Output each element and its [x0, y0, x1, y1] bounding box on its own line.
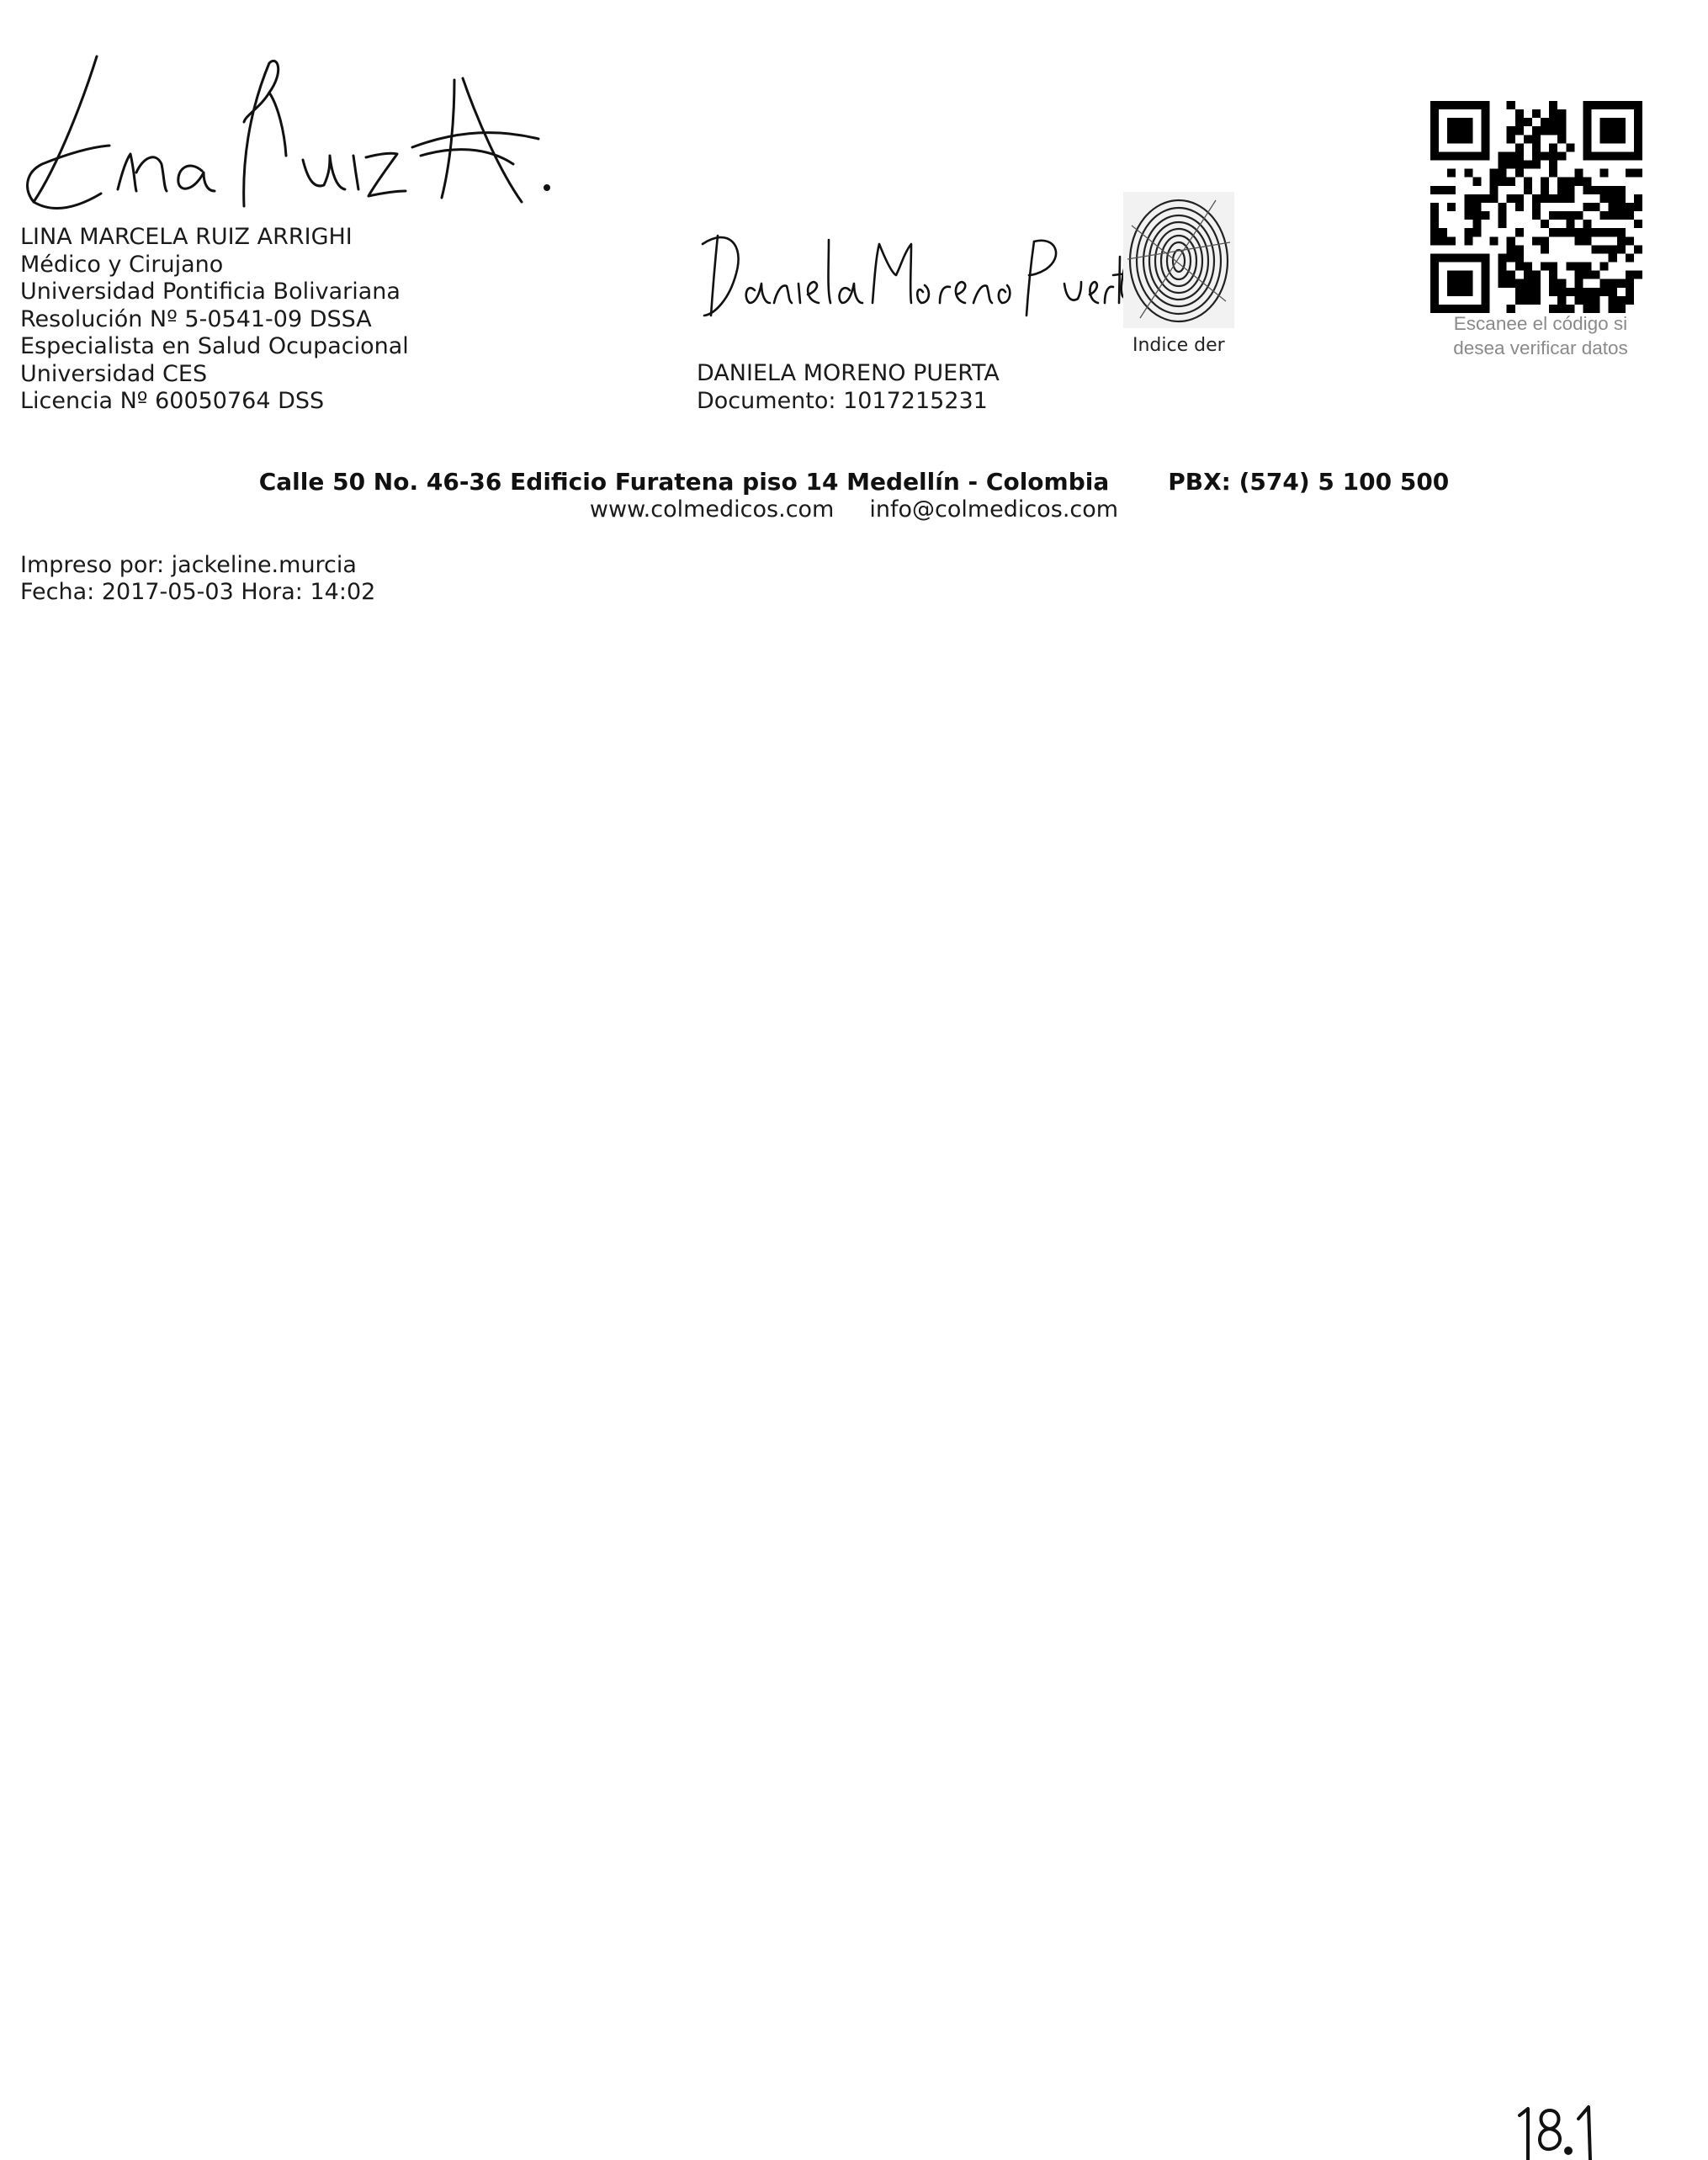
company-contact-line: www.colmedicos.com info@colmedicos.com: [0, 496, 1708, 523]
company-website: www.colmedicos.com: [589, 496, 835, 523]
patient-info-block: DANIELA MORENO PUERTA Documento: 1017215…: [697, 360, 1000, 415]
handwritten-page-number: [1518, 2105, 1592, 2160]
company-email: info@colmedicos.com: [869, 496, 1119, 523]
fingerprint-image: [1123, 192, 1234, 328]
doctor-license: Licencia Nº 60050764 DSS: [20, 388, 325, 414]
patient-document: Documento: 1017215231: [697, 387, 988, 414]
print-date-time: Fecha: 2017-05-03 Hora: 14:02: [20, 579, 376, 605]
qr-code-image: [1430, 101, 1642, 313]
doctor-info-block: LINA MARCELA RUIZ ARRIGHI Médico y Ciruj…: [20, 224, 409, 416]
doctor-specialty: Especialista en Salud Ocupacional: [20, 333, 409, 359]
qr-caption-line1: Escanee el código si: [1453, 313, 1628, 334]
doctor-university: Universidad Pontificia Bolivariana: [20, 279, 400, 305]
print-info-block: Impreso por: jackeline.murcia Fecha: 201…: [20, 552, 375, 606]
printed-by: Impreso por: jackeline.murcia: [20, 552, 357, 578]
qr-caption: Escanee el código si desea verificar dat…: [1419, 311, 1663, 360]
company-pbx: PBX: (574) 5 100 500: [1168, 468, 1450, 496]
patient-name: DANIELA MORENO PUERTA: [697, 360, 1000, 386]
company-address: Calle 50 No. 46-36 Edificio Furatena pis…: [258, 468, 1110, 496]
doctor-signature: [26, 55, 550, 210]
doctor-resolution: Resolución Nº 5-0541-09 DSSA: [20, 305, 372, 332]
doctor-specialty-university: Universidad CES: [20, 360, 208, 387]
doctor-profession: Médico y Cirujano: [20, 251, 224, 278]
qr-caption-line2: desea verificar datos: [1453, 337, 1628, 358]
patient-signature: [701, 234, 1132, 317]
doctor-name: LINA MARCELA RUIZ ARRIGHI: [20, 224, 353, 250]
company-address-line: Calle 50 No. 46-36 Edificio Furatena pis…: [0, 468, 1708, 496]
fingerprint-caption: Indice der: [1132, 335, 1225, 356]
